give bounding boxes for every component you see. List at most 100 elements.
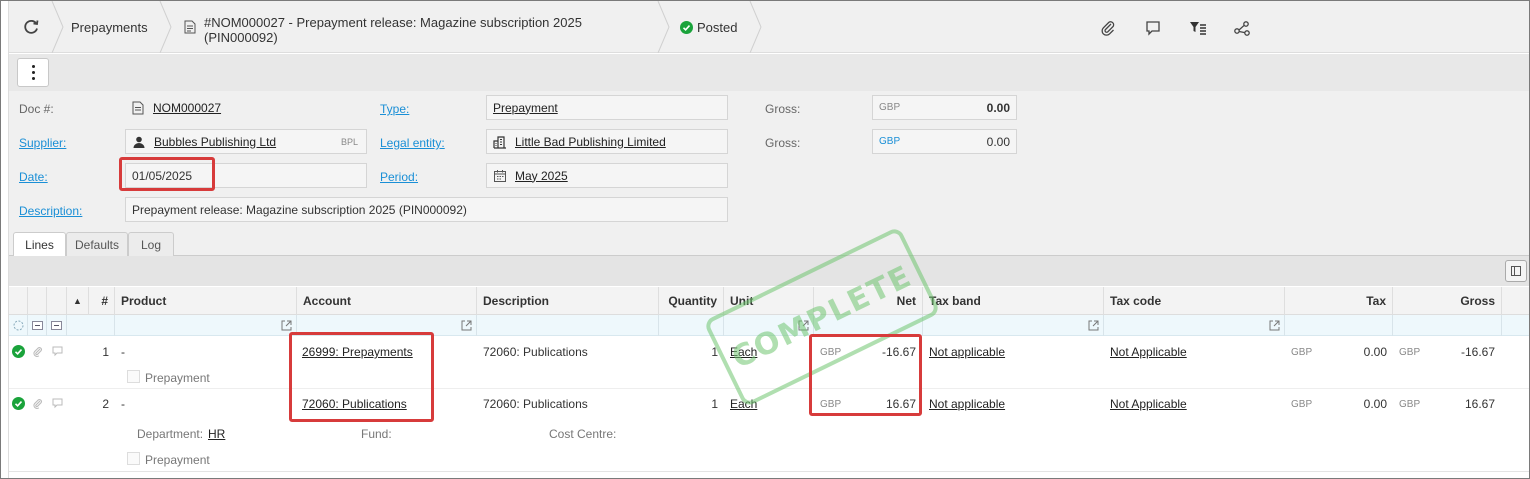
row-account[interactable]: 72060: Publications — [302, 397, 407, 411]
filter-quantity[interactable] — [659, 315, 724, 336]
col-unit[interactable]: Unit — [724, 287, 814, 315]
filter-description[interactable] — [477, 315, 659, 336]
col-net[interactable]: Net — [814, 287, 923, 315]
col-sort-toggle[interactable]: ▲ — [67, 287, 89, 315]
filter-account[interactable] — [297, 315, 477, 336]
row-tax-currency: GBP — [1291, 399, 1313, 410]
type-label[interactable]: Type: — [380, 102, 409, 116]
row-account[interactable]: 26999: Prepayments — [302, 345, 413, 359]
filter-tax[interactable] — [1285, 315, 1393, 336]
col-number[interactable]: # — [89, 287, 115, 315]
department-value[interactable]: HR — [208, 427, 225, 441]
col-product[interactable]: Product — [115, 287, 297, 315]
supplier-value[interactable]: Bubbles Publishing Ltd — [154, 135, 276, 149]
filter-tax-code[interactable] — [1104, 315, 1285, 336]
col-gross[interactable]: Gross — [1393, 287, 1502, 315]
row-product[interactable]: - — [121, 397, 125, 411]
crumb-separator — [749, 1, 763, 54]
col-tax[interactable]: Tax — [1285, 287, 1393, 315]
refresh-icon[interactable] — [21, 17, 41, 37]
gross-base-field: GBP 0.00 — [872, 129, 1017, 154]
legal-entity-label[interactable]: Legal entity: — [380, 136, 445, 150]
description-field[interactable]: Prepayment release: Magazine subscriptio… — [125, 197, 728, 222]
period-value[interactable]: May 2025 — [515, 169, 568, 183]
department-label: Department: — [137, 427, 204, 441]
tab-log[interactable]: Log — [128, 232, 174, 256]
doc-number-field[interactable]: NOM000027 — [125, 95, 225, 120]
legal-entity-value[interactable]: Little Bad Publishing Limited — [515, 135, 666, 149]
table-row[interactable]: 2 - 72060: Publications 72060: Publicati… — [9, 389, 1529, 471]
row-description[interactable]: 72060: Publications — [483, 345, 588, 359]
description-value: Prepayment release: Magazine subscriptio… — [132, 202, 467, 217]
period-label[interactable]: Period: — [380, 170, 418, 184]
row-net-currency: GBP — [820, 399, 842, 410]
row-net[interactable]: -16.67 — [849, 345, 916, 359]
open-external-icon[interactable] — [281, 320, 292, 331]
col-quantity[interactable]: Quantity — [659, 287, 724, 315]
supplier-label[interactable]: Supplier: — [19, 136, 66, 150]
row-net[interactable]: 16.67 — [849, 397, 916, 411]
row-quantity[interactable]: 1 — [659, 345, 718, 359]
filter-comment[interactable] — [47, 315, 67, 336]
open-external-icon[interactable] — [798, 320, 809, 331]
more-actions-button[interactable] — [17, 58, 49, 87]
open-external-icon[interactable] — [1269, 320, 1280, 331]
filter-number[interactable] — [67, 315, 115, 336]
filter-attach[interactable] — [28, 315, 47, 336]
row-tax-code[interactable]: Not Applicable — [1110, 397, 1187, 411]
row-tax-band[interactable]: Not applicable — [929, 345, 1005, 359]
filter-tax-band[interactable] — [923, 315, 1104, 336]
paperclip-icon[interactable] — [32, 398, 43, 409]
legal-entity-field[interactable]: Little Bad Publishing Limited — [486, 129, 728, 154]
date-label[interactable]: Date: — [19, 170, 48, 184]
prepayment-checkbox[interactable] — [127, 370, 140, 383]
table-row[interactable]: 1 - 26999: Prepayments 72060: Publicatio… — [9, 337, 1529, 389]
comment-icon[interactable] — [1144, 19, 1162, 37]
filter-status[interactable] — [9, 315, 28, 336]
row-tax-band[interactable]: Not applicable — [929, 397, 1005, 411]
filter-unit[interactable] — [724, 315, 814, 336]
attachment-icon[interactable] — [1099, 19, 1117, 37]
period-field[interactable]: May 2025 — [486, 163, 728, 188]
filter-net[interactable] — [814, 315, 923, 336]
filter-gross[interactable] — [1393, 315, 1502, 336]
col-comment — [47, 287, 67, 315]
col-tax-band[interactable]: Tax band — [923, 287, 1104, 315]
comment-icon[interactable] — [52, 346, 63, 357]
supplier-field[interactable]: Bubbles Publishing Ltd BPL — [125, 129, 367, 154]
crumb-separator — [159, 1, 173, 54]
description-label[interactable]: Description: — [19, 204, 82, 218]
col-tax-code[interactable]: Tax code — [1104, 287, 1285, 315]
filter-product[interactable] — [115, 315, 297, 336]
type-field[interactable]: Prepayment — [486, 95, 728, 120]
breadcrumb-prepayments[interactable]: Prepayments — [71, 1, 148, 53]
cost-centre-label: Cost Centre: — [549, 427, 617, 441]
row-product[interactable]: - — [121, 345, 125, 359]
row-unit[interactable]: Each — [730, 345, 757, 359]
gross-value: 0.00 — [986, 100, 1010, 115]
tab-defaults[interactable]: Defaults — [66, 232, 128, 256]
filter-list-icon[interactable] — [1189, 19, 1207, 37]
open-external-icon[interactable] — [1088, 320, 1099, 331]
row-quantity[interactable]: 1 — [659, 397, 718, 411]
lines-grid: ▲ # Product Account Description Quantity… — [9, 287, 1529, 478]
date-value: 01/05/2025 — [132, 168, 193, 183]
col-account[interactable]: Account — [297, 287, 477, 315]
date-field[interactable]: 01/05/2025 — [125, 163, 367, 188]
col-description[interactable]: Description — [477, 287, 659, 315]
prepayment-checkbox[interactable] — [127, 452, 140, 465]
doc-number-value[interactable]: NOM000027 — [153, 101, 221, 115]
comment-icon[interactable] — [52, 398, 63, 409]
row-tax-code[interactable]: Not Applicable — [1110, 345, 1187, 359]
row-tax-currency: GBP — [1291, 347, 1313, 358]
open-external-icon[interactable] — [461, 320, 472, 331]
row-description[interactable]: 72060: Publications — [483, 397, 588, 411]
tab-lines[interactable]: Lines — [13, 232, 66, 257]
grid-panel-toggle-button[interactable] — [1505, 260, 1527, 282]
paperclip-icon[interactable] — [32, 346, 43, 357]
workflow-icon[interactable] — [1233, 19, 1251, 37]
row-unit[interactable]: Each — [730, 397, 757, 411]
type-value[interactable]: Prepayment — [493, 101, 558, 115]
crumb-separator — [657, 1, 671, 54]
row-tax: 0.00 — [1363, 345, 1387, 359]
